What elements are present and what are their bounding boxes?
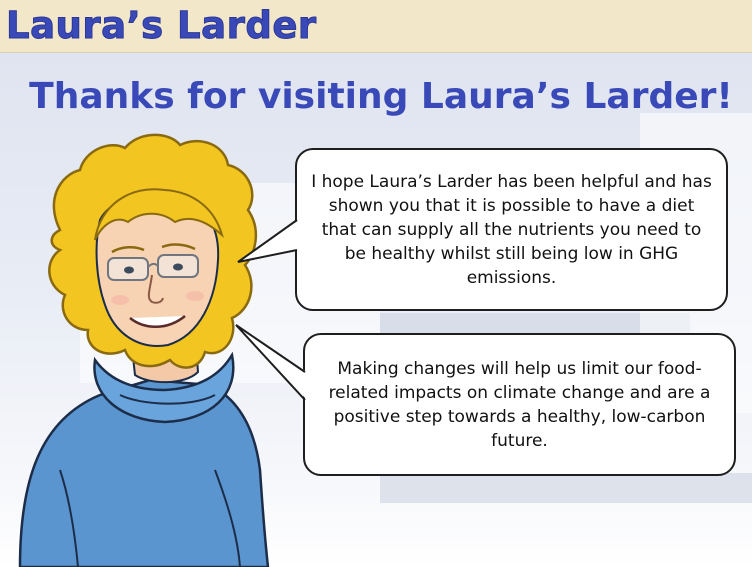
speech-bubble-2: Making changes will help us limit our fo… bbox=[303, 333, 736, 476]
speech-bubble-2-text: Making changes will help us limit our fo… bbox=[328, 358, 711, 451]
speech-bubble-1: I hope Laura’s Larder has been helpful a… bbox=[295, 148, 728, 311]
speech-bubble-1-text: I hope Laura’s Larder has been helpful a… bbox=[311, 171, 712, 288]
